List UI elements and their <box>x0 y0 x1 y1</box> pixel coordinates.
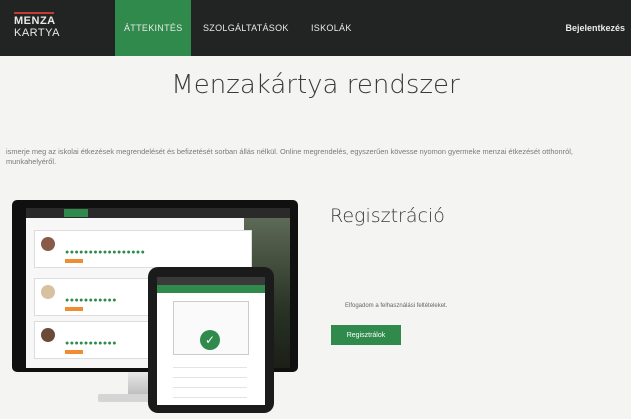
logo-line2: KARTYA <box>14 27 60 39</box>
logo-line1: MENZA <box>14 15 56 27</box>
orange-badge <box>65 350 83 354</box>
tablet-card: ✓ <box>173 301 249 355</box>
meal-dots: ●●●●●●●●●●● <box>65 297 118 304</box>
avatar <box>41 237 55 251</box>
nav-item-attekintes[interactable]: ÁTTEKINTÉS <box>124 23 183 33</box>
logo-bar <box>14 12 54 14</box>
tablet-row <box>173 361 247 368</box>
avatar <box>41 285 55 299</box>
tablet-screen: ✓ <box>157 277 265 405</box>
orange-badge <box>65 259 83 263</box>
screen-card: ●●●●●●●●●●●●●●●●● <box>34 230 252 268</box>
page-title: Menzakártya rendszer <box>171 70 460 100</box>
meal-dots: ●●●●●●●●●●● <box>65 340 118 347</box>
terms-text: Elfogadom a felhasználási feltételeket. <box>345 303 448 309</box>
meal-dots: ●●●●●●●●●●●●●●●●● <box>65 249 146 256</box>
registration-title: Regisztráció <box>330 205 445 227</box>
tablet-row <box>173 371 247 378</box>
orange-badge <box>65 307 83 311</box>
screen-navbar <box>26 208 290 218</box>
register-button[interactable]: Regisztrálok <box>331 325 401 345</box>
check-icon: ✓ <box>200 330 220 350</box>
avatar <box>41 328 55 342</box>
tablet-illustration: ✓ <box>148 267 274 413</box>
screen-nav-active <box>64 209 88 217</box>
tablet-header <box>157 277 265 285</box>
top-navbar: MENZA KARTYA ÁTTEKINTÉS SZOLGÁLTATÁSOK I… <box>0 0 631 56</box>
tablet-row <box>173 391 247 398</box>
login-link[interactable]: Bejelentkezés <box>565 23 625 33</box>
tablet-row <box>173 381 247 388</box>
intro-text: ismerje meg az iskolai étkezések megrend… <box>6 147 573 166</box>
nav-item-iskolak[interactable]: ISKOLÁK <box>311 23 352 33</box>
nav-item-szolgaltatasok[interactable]: SZOLGÁLTATÁSOK <box>203 23 289 33</box>
tablet-green-bar <box>157 285 265 293</box>
menzakartya-logo[interactable]: MENZA KARTYA <box>14 12 66 39</box>
